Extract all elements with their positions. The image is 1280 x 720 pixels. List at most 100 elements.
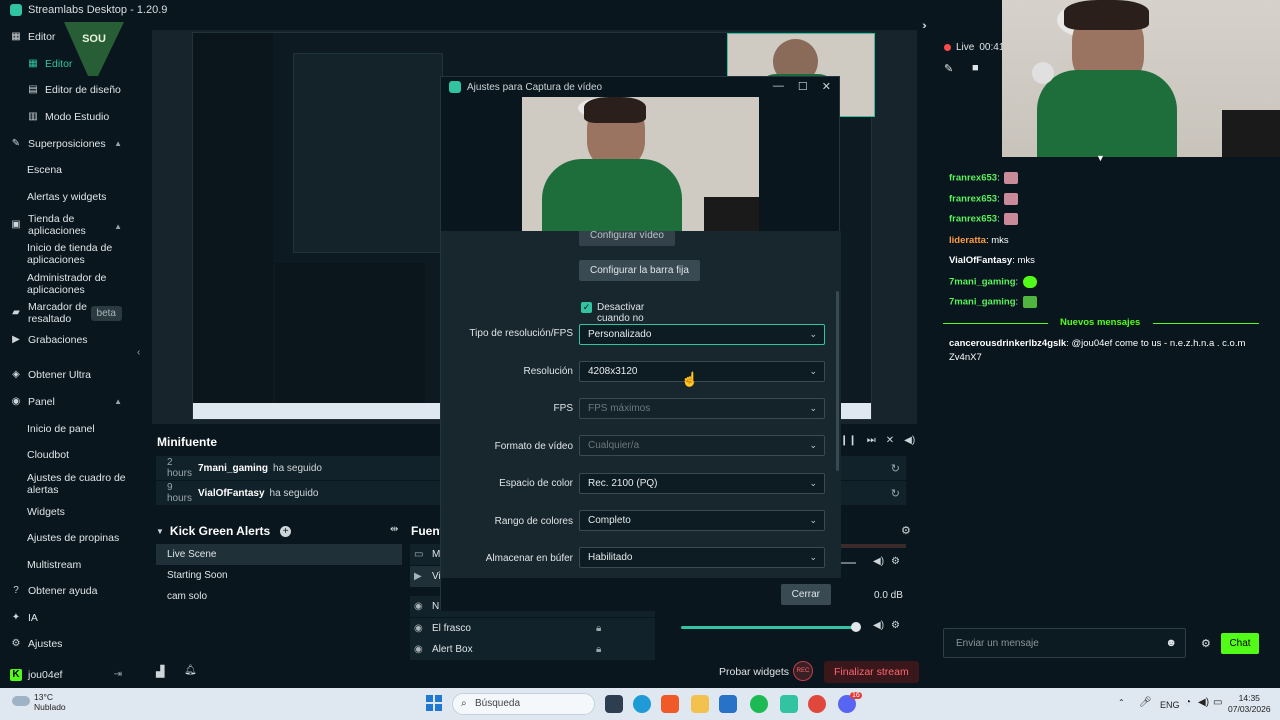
replay-icon[interactable]: ↻ bbox=[891, 487, 900, 500]
mixer-slider-thumb[interactable] bbox=[851, 622, 861, 632]
sidebar-item-get-help[interactable]: ? Obtener ayuda bbox=[0, 585, 130, 597]
minimize-icon[interactable]: — bbox=[773, 80, 784, 93]
mixer-slider-track[interactable] bbox=[681, 626, 857, 629]
send-chat-button[interactable]: Chat bbox=[1221, 633, 1259, 654]
video-format-select[interactable]: Cualquier/a ⌄ bbox=[579, 435, 825, 456]
sidebar-subitem-alert-box-settings[interactable]: Ajustes de cuadro de alertas bbox=[0, 472, 128, 496]
chat-settings-gear-icon[interactable]: ⚙ bbox=[1201, 637, 1211, 650]
resolution-select[interactable]: 4208x3120 ⌄ bbox=[579, 361, 825, 382]
sidebar-item-highlighter[interactable]: ▰ Marcador de resaltado bbox=[0, 301, 90, 325]
configure-video-button[interactable]: Configurar vídeo bbox=[579, 231, 675, 246]
mute-alerts-icon[interactable]: ✕ bbox=[886, 435, 894, 446]
sidebar-item-get-ultra[interactable]: ◈ Obtener Ultra bbox=[0, 369, 130, 381]
scene-item[interactable]: Starting Soon bbox=[156, 565, 402, 586]
maximize-icon[interactable]: ☐ bbox=[798, 80, 808, 93]
sidebar-item-settings[interactable]: ⚙ Ajustes bbox=[0, 638, 130, 650]
edge-icon[interactable] bbox=[633, 695, 651, 713]
cloud-icon bbox=[12, 696, 30, 706]
mixer-slider-1[interactable] bbox=[840, 562, 856, 564]
microphone-icon[interactable]: 🎤︎ bbox=[1139, 697, 1152, 708]
speaker-icon[interactable]: ◀) bbox=[1198, 697, 1209, 708]
lock-icon[interactable]: 🔒︎ bbox=[596, 644, 601, 655]
sidebar-subitem-cloudbot[interactable]: Cloudbot bbox=[0, 449, 130, 461]
gear-icon[interactable]: ⚙ bbox=[891, 620, 900, 631]
scene-item[interactable]: cam solo bbox=[156, 586, 402, 607]
store-icon[interactable] bbox=[719, 695, 737, 713]
lock-icon[interactable]: 🔒︎ bbox=[596, 623, 601, 634]
sidebar-user[interactable]: Kjou04ef ⇥ bbox=[0, 669, 130, 681]
resolution-fps-type-select[interactable]: Personalizado ⌄ bbox=[579, 324, 825, 345]
sidebar-subitem-tip-settings[interactable]: Ajustes de propinas bbox=[0, 532, 130, 544]
close-dialog-button[interactable]: Cerrar bbox=[780, 584, 831, 605]
clock[interactable]: 14:35 07/03/2026 bbox=[1228, 693, 1271, 715]
checkbox-checked-icon[interactable]: ✓ bbox=[581, 302, 592, 313]
sidebar-subitem-app-manager[interactable]: Administrador de aplicaciones bbox=[0, 272, 128, 296]
sidebar-subitem-app-store-home[interactable]: Inicio de tienda de aplicaciones bbox=[0, 242, 128, 266]
language-indicator[interactable]: ENG bbox=[1160, 700, 1180, 710]
chat-message: 7mani_gaming: bbox=[949, 296, 1037, 308]
camera-icon[interactable]: ■ bbox=[972, 62, 979, 74]
sidebar-item-app-store[interactable]: ▣ Tienda de aplicaciones bbox=[0, 213, 110, 237]
sidebar-subitem-alerts-widgets[interactable]: Alertas y widgets bbox=[0, 191, 130, 203]
sidebar-subitem-layout-editor[interactable]: ▤ Editor de diseño bbox=[0, 84, 130, 96]
field-label: Rango de colores bbox=[494, 516, 573, 527]
mouse-cursor-icon: ☝ bbox=[681, 371, 699, 387]
buffering-select[interactable]: Habilitado ⌄ bbox=[579, 547, 825, 568]
sidebar-subitem-widgets[interactable]: Widgets bbox=[0, 506, 130, 518]
dialog-title: Ajustes para Captura de vídeo bbox=[467, 81, 603, 93]
color-range-select[interactable]: Completo ⌄ bbox=[579, 510, 825, 531]
emoji-icon[interactable]: ☻ bbox=[1165, 637, 1177, 649]
fps-select[interactable]: FPS máximos ⌄ bbox=[579, 398, 825, 419]
source-item[interactable]: ◉ El frasco 🔒︎ bbox=[410, 618, 655, 639]
stats-icon[interactable]: ▟ bbox=[156, 665, 164, 678]
preview-resize-handle[interactable]: ‹ bbox=[137, 347, 143, 358]
color-space-select[interactable]: Rec. 2100 (PQ) ⌄ bbox=[579, 473, 825, 494]
sidebar-item-overlays[interactable]: ✎ Superposiciones ▲ bbox=[0, 138, 130, 150]
search-icon: ⌕ bbox=[461, 698, 467, 709]
pause-icon[interactable]: ❙❙ bbox=[840, 435, 857, 446]
end-stream-button[interactable]: Finalizar stream bbox=[824, 661, 919, 683]
sidebar-item-ai[interactable]: ✦ IA bbox=[0, 612, 130, 624]
replay-icon[interactable]: ↻ bbox=[891, 462, 900, 475]
windows-start-icon[interactable] bbox=[426, 695, 442, 711]
record-button[interactable]: REC bbox=[793, 661, 813, 681]
streamlabs-icon[interactable] bbox=[780, 695, 798, 713]
dialog-scrollbar[interactable] bbox=[836, 291, 839, 471]
close-icon[interactable]: ✕ bbox=[822, 80, 831, 93]
weather-widget[interactable]: 13°C Nublado bbox=[12, 692, 66, 712]
sidebar-item-recordings[interactable]: ▶ Grabaciones bbox=[0, 334, 130, 346]
sidebar-subitem-multistream[interactable]: Multistream bbox=[0, 559, 130, 571]
chat-input[interactable]: Enviar un mensaje ☻ bbox=[943, 628, 1186, 658]
brave-icon[interactable] bbox=[661, 695, 679, 713]
sidebar-item-editor[interactable]: ▦ Editor bbox=[0, 31, 130, 43]
kick-k-icon: K bbox=[10, 669, 22, 681]
sidebar-item-panel[interactable]: ◉ Panel ▲ bbox=[0, 396, 130, 408]
collapse-right-icon[interactable]: › bbox=[923, 20, 927, 32]
sidebar-subitem-panel-home[interactable]: Inicio de panel bbox=[0, 423, 130, 435]
battery-icon[interactable]: ▭ bbox=[1213, 697, 1222, 708]
wifi-icon[interactable]: ◔ bbox=[1185, 697, 1191, 708]
logout-icon[interactable]: ⇥ bbox=[114, 669, 122, 681]
chat-collapse-chevron-icon[interactable]: ▼ bbox=[1096, 153, 1105, 163]
notifications-bell-icon[interactable]: 🔔︎ bbox=[184, 665, 197, 676]
file-explorer-icon[interactable] bbox=[691, 695, 709, 713]
spotify-icon[interactable] bbox=[750, 695, 768, 713]
chevron-up-icon[interactable]: ⌃ bbox=[1118, 698, 1125, 707]
volume-icon[interactable]: ◀) bbox=[873, 556, 884, 567]
gear-icon[interactable]: ⚙ bbox=[891, 556, 900, 567]
volume-icon[interactable]: ◀) bbox=[904, 435, 915, 446]
taskbar-search[interactable]: ⌕ Búsqueda bbox=[452, 693, 595, 715]
pencil-icon[interactable]: ✎ bbox=[944, 62, 953, 75]
sidebar-subitem-editor[interactable]: ▦ Editor bbox=[0, 58, 130, 70]
configure-crossbar-button[interactable]: Configurar la barra fija bbox=[579, 260, 700, 281]
volume-icon[interactable]: ◀) bbox=[873, 620, 884, 631]
sidebar-subitem-studio-mode[interactable]: ▥ Modo Estudio bbox=[0, 111, 130, 123]
scene-item[interactable]: Live Scene bbox=[156, 544, 402, 565]
task-view-icon[interactable] bbox=[605, 695, 623, 713]
chrome-icon[interactable] bbox=[808, 695, 826, 713]
skip-icon[interactable]: ⏭ bbox=[867, 435, 876, 446]
test-widgets-button[interactable]: Probar widgets bbox=[719, 666, 789, 678]
sidebar-subitem-scene[interactable]: Escena bbox=[0, 164, 130, 176]
source-item[interactable]: ◉ Alert Box 🔒︎ bbox=[410, 639, 655, 660]
mixer-settings-gear-icon[interactable]: ⚙ bbox=[901, 524, 911, 537]
